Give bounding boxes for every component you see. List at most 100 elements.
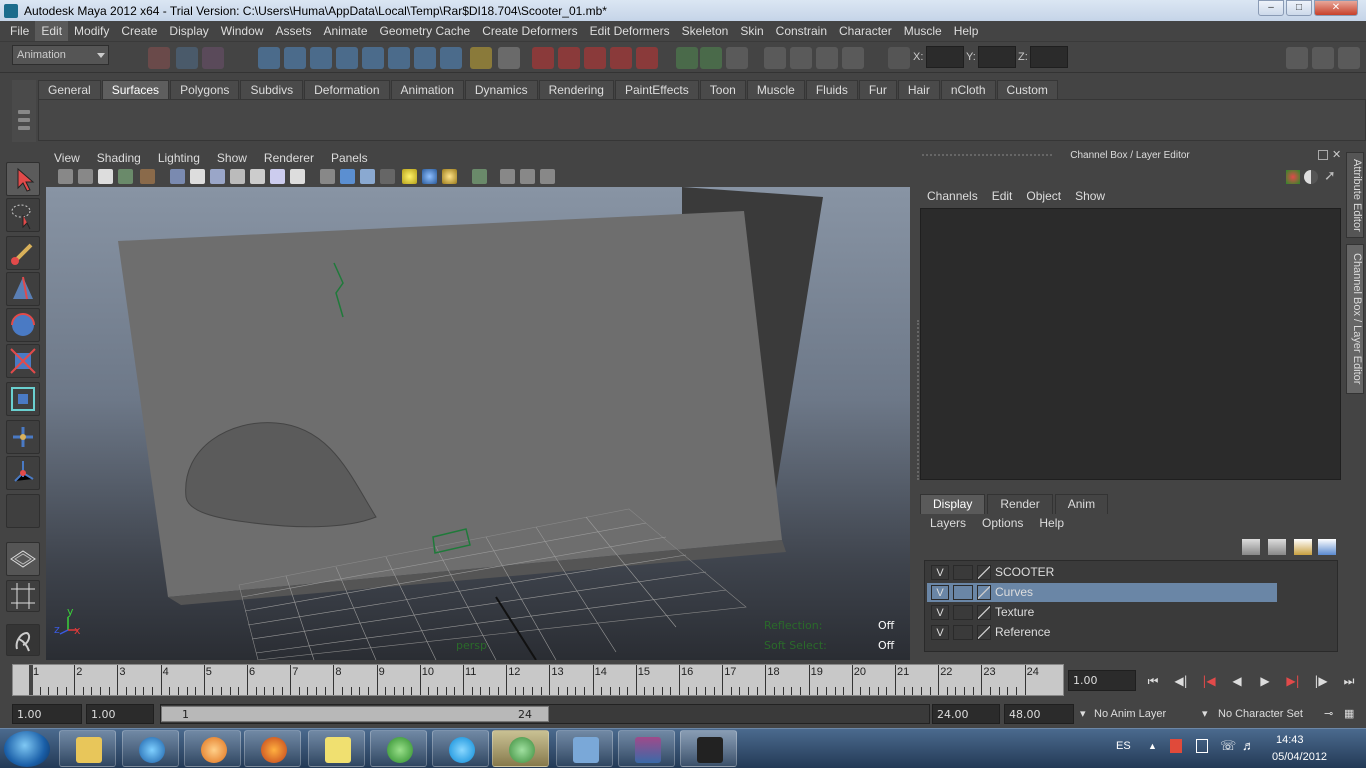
lasso-tool-icon[interactable] [6, 198, 40, 232]
z-field[interactable] [1030, 46, 1068, 68]
channel-box-menu-edit[interactable]: Edit [985, 189, 1020, 207]
snap-point-icon[interactable] [584, 47, 606, 69]
select-hierarchy-icon[interactable] [258, 47, 280, 69]
move-layer-down-icon[interactable] [1268, 539, 1286, 555]
step-forward-key-icon[interactable]: |▶ [1310, 670, 1332, 692]
shelf-tab-custom[interactable]: Custom [996, 80, 1058, 100]
shelf-tab-toon[interactable]: Toon [699, 80, 746, 100]
smooth-shade-icon[interactable] [340, 169, 355, 184]
sticky-notes-app[interactable] [308, 730, 365, 767]
menu-display[interactable]: Display [163, 21, 214, 41]
shelf-tab-animation[interactable]: Animation [390, 80, 464, 100]
preferences-icon[interactable]: ▦ [1344, 704, 1362, 724]
ie-app[interactable] [122, 730, 179, 767]
shelf-tab-rendering[interactable]: Rendering [538, 80, 614, 100]
float-panel-icon[interactable] [1318, 150, 1328, 160]
menu-skeleton[interactable]: Skeleton [676, 21, 735, 41]
volume-icon[interactable]: ♬ [1242, 738, 1255, 753]
lock-icon[interactable] [470, 47, 492, 69]
menu-constrain[interactable]: Constrain [770, 21, 833, 41]
tab-attribute-editor[interactable]: Attribute Editor [1346, 152, 1364, 238]
layer-color-swatch[interactable] [977, 625, 991, 640]
step-back-key-icon[interactable]: ◀| [1170, 670, 1192, 692]
move-layer-up-icon[interactable] [1242, 539, 1260, 555]
image-plane-icon[interactable] [118, 169, 133, 184]
textured-icon[interactable] [380, 169, 395, 184]
layer-playback-toggle[interactable] [953, 585, 973, 600]
xray-components-icon[interactable] [540, 169, 555, 184]
animation-end-field[interactable]: 48.00 [1004, 704, 1074, 724]
show-manipulator-icon[interactable] [6, 456, 40, 490]
viewport-menu-show[interactable]: Show [209, 151, 256, 165]
channel-box-menu-show[interactable]: Show [1068, 189, 1112, 207]
resolution-gate-icon[interactable] [210, 169, 225, 184]
layer-row-texture[interactable]: V Texture [927, 603, 1277, 622]
close-panel-icon[interactable]: ✕ [1332, 149, 1342, 161]
xray-joints-icon[interactable] [520, 169, 535, 184]
layer-row-reference[interactable]: V Reference [927, 623, 1277, 642]
firefox-app[interactable] [244, 730, 301, 767]
outliner-icon[interactable] [6, 624, 40, 656]
layer-menu-help[interactable]: Help [1031, 516, 1072, 534]
menu-create[interactable]: Create [115, 21, 163, 41]
render-frame-icon[interactable] [790, 47, 812, 69]
tab-channel-box[interactable]: Channel Box / Layer Editor [1346, 244, 1364, 394]
film-gate-icon[interactable] [190, 169, 205, 184]
render-settings-icon[interactable] [842, 47, 864, 69]
select-tool-icon[interactable] [6, 162, 40, 196]
chevron-down-icon[interactable]: ▾ [1080, 704, 1090, 724]
viewport-menu-shading[interactable]: Shading [89, 151, 150, 165]
layer-visibility-toggle[interactable]: V [931, 565, 949, 580]
show-hidden-icons-icon[interactable]: ▲ [1148, 741, 1157, 751]
menu-geometry-cache[interactable]: Geometry Cache [374, 21, 477, 41]
character-set-dropdown[interactable]: No Character Set [1218, 704, 1318, 724]
all-lights-icon[interactable] [422, 169, 437, 184]
help-icon[interactable] [440, 47, 462, 69]
panel-splitter[interactable] [917, 320, 919, 480]
clock-time[interactable]: 14:43 [1276, 734, 1304, 746]
layer-menu-options[interactable]: Options [974, 516, 1031, 534]
utorrent-app[interactable] [370, 730, 427, 767]
layer-color-swatch[interactable] [977, 605, 991, 620]
layer-visibility-toggle[interactable]: V [931, 605, 949, 620]
layer-playback-toggle[interactable] [953, 565, 973, 580]
two-d-pan-zoom-icon[interactable] [140, 169, 155, 184]
layer-playback-toggle[interactable] [953, 625, 973, 640]
range-slider-handle[interactable]: 1 24 [161, 706, 549, 722]
menu-muscle[interactable]: Muscle [898, 21, 948, 41]
select-object-icon[interactable] [284, 47, 306, 69]
shelf-tab-muscle[interactable]: Muscle [746, 80, 805, 100]
highlight-icon[interactable] [498, 47, 520, 69]
channel-box-area[interactable] [920, 208, 1341, 480]
layer-tab-anim[interactable]: Anim [1054, 494, 1109, 514]
current-time-marker[interactable] [29, 665, 33, 695]
menu-window[interactable]: Window [215, 21, 270, 41]
viewport-menu-view[interactable]: View [46, 151, 89, 165]
layer-visibility-toggle[interactable]: V [931, 625, 949, 640]
new-empty-layer-icon[interactable] [1294, 539, 1312, 555]
select-joint-icon[interactable] [362, 47, 384, 69]
play-forwards-icon[interactable]: ▶ [1254, 670, 1276, 692]
channel-box-menu-object[interactable]: Object [1019, 189, 1068, 207]
new-scene-icon[interactable] [148, 47, 170, 69]
last-used-tool-icon[interactable] [6, 494, 40, 528]
layer-tab-render[interactable]: Render [987, 494, 1053, 514]
select-camera-icon[interactable] [58, 169, 73, 184]
shelf-tab-fluids[interactable]: Fluids [805, 80, 858, 100]
menu-animate[interactable]: Animate [317, 21, 373, 41]
layer-visibility-toggle[interactable]: V [931, 585, 949, 600]
menu-file[interactable]: File [4, 21, 35, 41]
wireframe-on-shaded-icon[interactable] [360, 169, 375, 184]
shelf-tab-fur[interactable]: Fur [858, 80, 897, 100]
isolate-select-icon[interactable] [472, 169, 487, 184]
menu-edit[interactable]: Edit [35, 21, 69, 41]
media-player-app[interactable] [184, 730, 241, 767]
input-ops-icon[interactable] [676, 47, 698, 69]
viewport-menu-renderer[interactable]: Renderer [256, 151, 323, 165]
move-tool-icon[interactable] [6, 272, 40, 306]
open-scene-icon[interactable] [176, 47, 198, 69]
soft-mod-tool-icon[interactable] [6, 420, 40, 454]
anim-layer-dropdown[interactable]: No Anim Layer [1094, 704, 1194, 724]
go-to-end-icon[interactable]: ⏭ [1338, 670, 1360, 692]
layer-menu-layers[interactable]: Layers [922, 516, 974, 534]
